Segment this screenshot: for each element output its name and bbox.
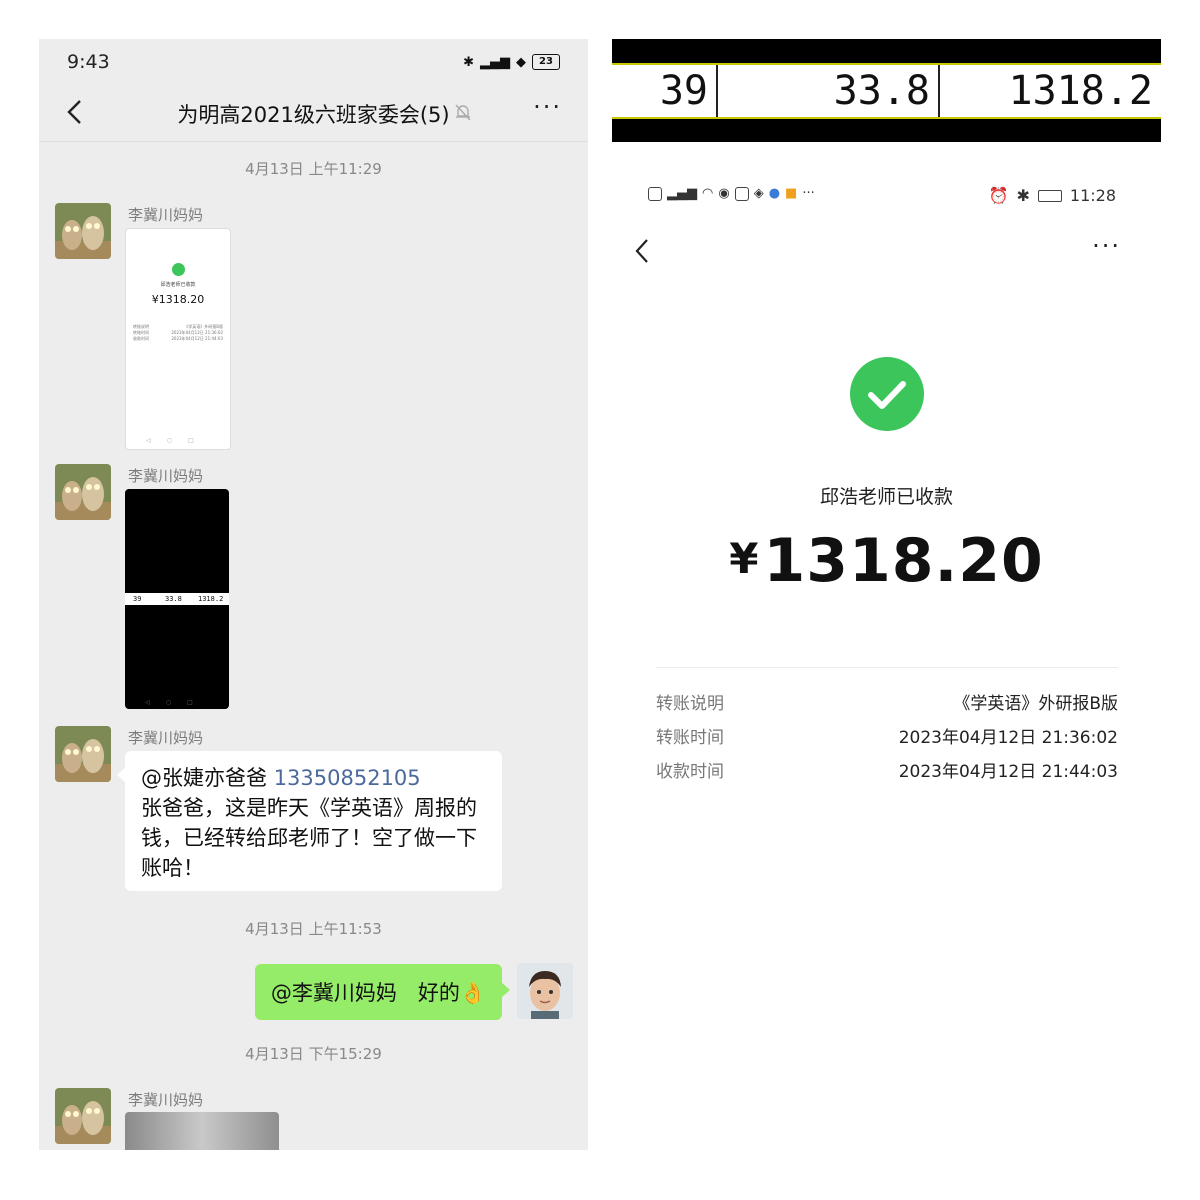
currency-symbol: ¥ xyxy=(729,534,760,583)
owls-avatar-icon xyxy=(55,464,111,520)
clock-app-icon: ◉ xyxy=(718,186,730,201)
detail-label: 转账时间 xyxy=(656,728,724,748)
chat-screenshot: 9:43 ✱ ▂▄▆ ◆ 23 为明高2021级六班家委会(5) ··· 4月1… xyxy=(39,39,588,1150)
owls-avatar-icon xyxy=(55,726,111,782)
thumb-strip-row: 39 33.8 1318.2 xyxy=(125,593,229,605)
strip-image-thumbnail[interactable]: 39 33.8 1318.2 ◁○□ xyxy=(125,489,229,709)
message-bubble[interactable]: @张婕亦爸爸 13350852105 张爸爸，这是昨天《学英语》周报的钱，已经转… xyxy=(117,751,502,891)
amount-value: 1318.20 xyxy=(763,526,1044,596)
detail-value: 2023年04月12日 21:36:02 xyxy=(898,728,1118,748)
my-message-bubble[interactable]: @李冀川妈妈 好的👌 xyxy=(254,964,511,1020)
status-time: 9:43 xyxy=(67,51,110,73)
cartoon-boy-avatar-icon xyxy=(517,963,573,1019)
detail-row: 收款时间 2023年04月12日 21:44:03 xyxy=(656,757,1118,783)
wifi-icon: ◆ xyxy=(516,54,526,70)
status-left-icons: ▂▄▆ ◠ ◉ ◈ ● ■ ··· xyxy=(648,186,815,201)
strip-cell: 39 xyxy=(659,68,708,114)
image-thumbnail[interactable] xyxy=(125,1112,279,1150)
signal-icon: ▂▄▆ xyxy=(480,54,510,70)
bluetooth-icon: ✱ xyxy=(1016,186,1030,205)
received-status: 邱浩老师已收款 xyxy=(819,486,953,508)
status-bar: ▂▄▆ ◠ ◉ ◈ ● ■ ··· ⏰ ✱ 11:28 xyxy=(612,186,1161,210)
battery-icon: 23 xyxy=(532,54,560,70)
browser-icon: ● xyxy=(768,186,781,201)
strip-row: 39 33.8 1318.2 xyxy=(612,63,1161,119)
success-check-icon xyxy=(850,357,924,431)
signal-icon: ▂▄▆ xyxy=(667,186,697,201)
thumb-row: 收款时间 2023年04月12日 21:44:03 xyxy=(133,336,223,341)
sender-name: 李冀川妈妈 xyxy=(128,729,204,747)
upload-icon xyxy=(734,186,749,201)
avatar[interactable] xyxy=(55,1088,111,1144)
detail-value: 《学英语》外研报B版 xyxy=(953,694,1118,714)
status-bar: 9:43 ✱ ▂▄▆ ◆ 23 xyxy=(39,39,588,85)
avatar[interactable] xyxy=(55,464,111,520)
avatar[interactable] xyxy=(55,203,111,259)
alarm-icon: ⏰ xyxy=(988,186,1009,205)
mention[interactable]: @张婕亦爸爸 xyxy=(141,766,267,790)
mute-bell-icon xyxy=(455,104,471,121)
chat-title: 为明高2021级六班家委会(5) xyxy=(177,103,450,127)
thumb-received: 邱浩老师已收款 xyxy=(160,282,196,288)
detail-label: 收款时间 xyxy=(656,762,724,782)
status-time: 11:28 xyxy=(1069,186,1116,205)
detail-label: 转账说明 xyxy=(656,694,724,714)
notes-icon: ■ xyxy=(785,186,798,201)
wifi-icon: ◠ xyxy=(702,186,714,201)
chat-header: 为明高2021级六班家委会(5) ··· xyxy=(39,85,588,142)
status-icons: ✱ ▂▄▆ ◆ 23 xyxy=(463,53,560,71)
payment-image-thumbnail[interactable]: 邱浩老师已收款 ¥1318.20 转账说明 《学英语》外研报B版 转账时间 2023… xyxy=(125,228,231,450)
timestamp: 4月13日 上午11:53 xyxy=(245,920,382,938)
strip-cell: 33.8 xyxy=(833,68,930,114)
owls-avatar-icon xyxy=(55,1088,111,1144)
divider xyxy=(656,667,1118,668)
sender-name: 李冀川妈妈 xyxy=(128,1091,204,1109)
detail-row: 转账说明 《学英语》外研报B版 xyxy=(656,689,1118,715)
back-icon[interactable] xyxy=(630,236,656,266)
more-notifications-icon: ··· xyxy=(802,186,815,201)
more-icon[interactable]: ··· xyxy=(533,93,562,121)
hd-icon xyxy=(648,186,662,201)
detail-value: 2023年04月12日 21:44:03 xyxy=(898,762,1118,782)
status-right-icons: ⏰ ✱ 11:28 xyxy=(989,186,1116,205)
owls-avatar-icon xyxy=(55,203,111,259)
check-icon xyxy=(172,263,185,276)
message-text: 张爸爸，这是昨天《学英语》周报的钱，已经转给邱老师了！空了做一下账哈！ xyxy=(141,796,477,880)
timestamp: 4月13日 上午11:29 xyxy=(245,160,382,178)
battery-icon xyxy=(1037,189,1062,202)
payment-screen: ▂▄▆ ◠ ◉ ◈ ● ■ ··· ⏰ ✱ 11:28 ··· 邱浩老师已收款 … xyxy=(612,170,1161,1170)
sender-name: 李冀川妈妈 xyxy=(128,467,204,485)
avatar[interactable] xyxy=(55,726,111,782)
strip-cell: 1318.2 xyxy=(1008,68,1154,114)
my-avatar[interactable] xyxy=(517,963,573,1019)
sender-name: 李冀川妈妈 xyxy=(128,206,204,224)
timestamp: 4月13日 下午15:29 xyxy=(245,1045,382,1063)
thumb-amount: ¥1318.20 xyxy=(151,293,205,306)
thumb-navbar: ◁○□ xyxy=(145,699,209,706)
bluetooth-icon: ✱ xyxy=(463,54,474,70)
amount: ¥1318.20 xyxy=(612,526,1161,596)
thumb-navbar: ◁○□ xyxy=(146,437,210,444)
app-icon: ◈ xyxy=(753,186,764,201)
detail-row: 转账时间 2023年04月12日 21:36:02 xyxy=(656,723,1118,749)
phone-number-link[interactable]: 13350852105 xyxy=(274,766,421,790)
number-strip-image: 39 33.8 1318.2 xyxy=(612,39,1161,142)
more-icon[interactable]: ··· xyxy=(1092,232,1121,260)
